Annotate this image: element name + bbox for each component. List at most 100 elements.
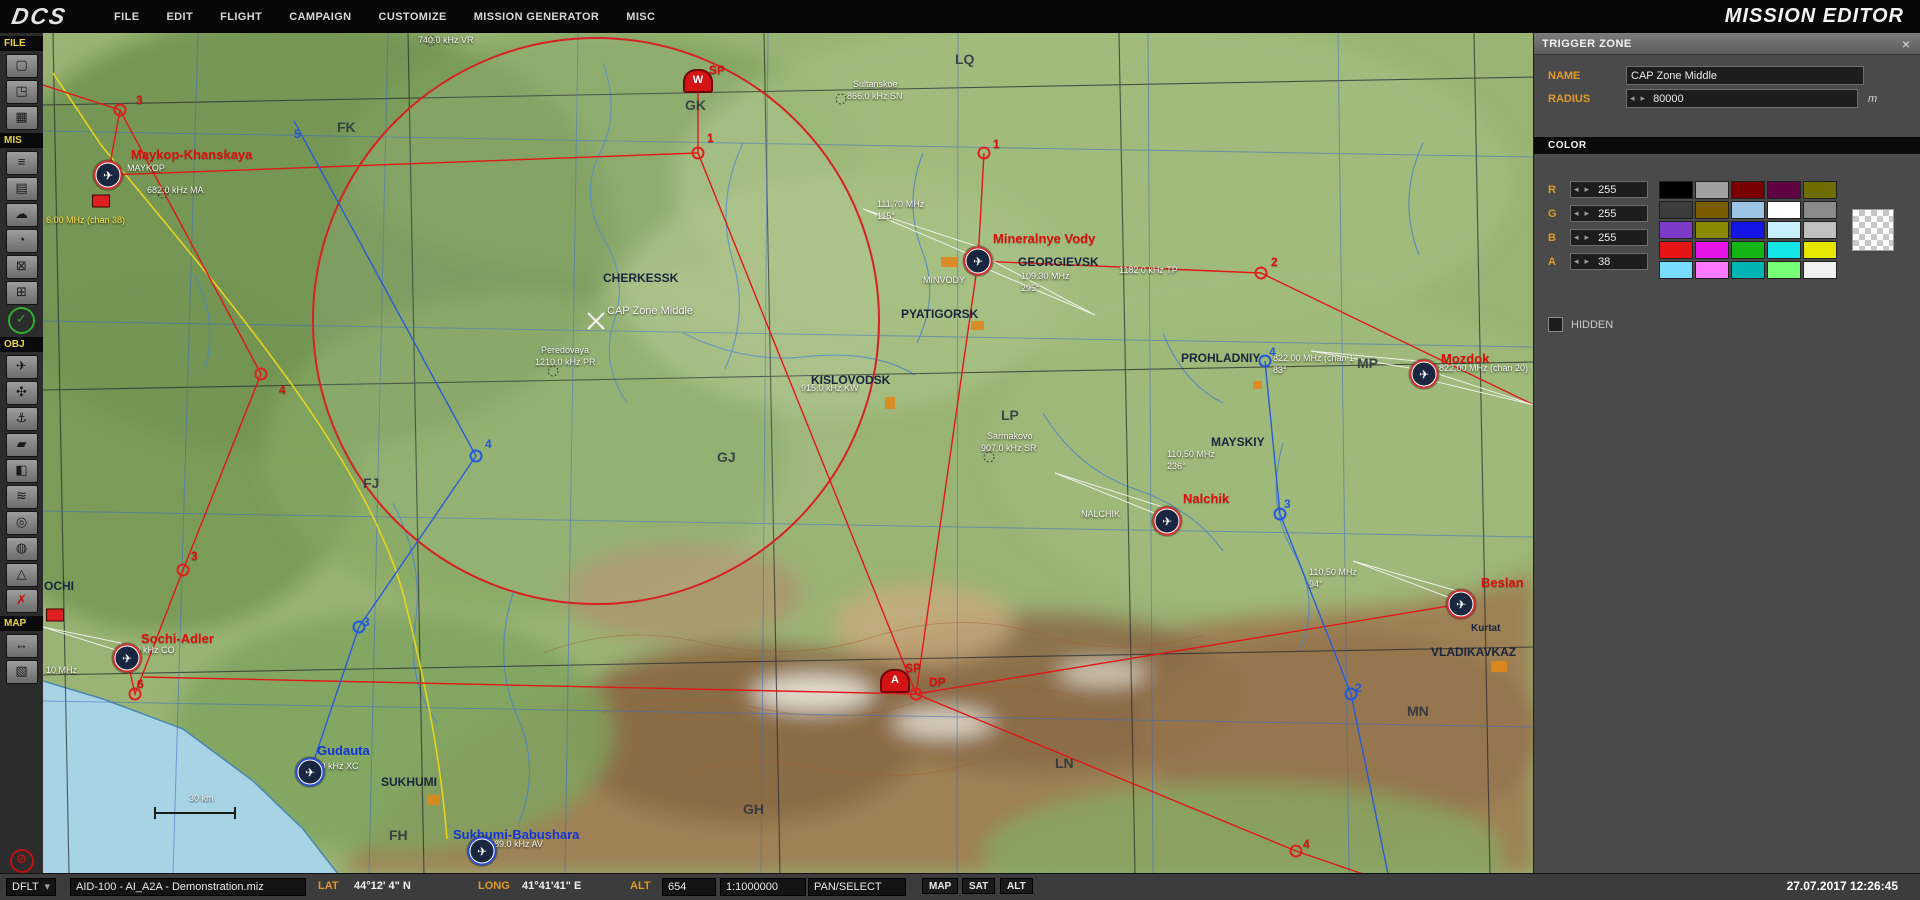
airport-icon[interactable]: ✈ bbox=[1155, 509, 1180, 534]
channel-r-stepper[interactable]: 255 bbox=[1570, 181, 1648, 198]
palette-swatch-24[interactable] bbox=[1803, 261, 1837, 279]
channel-g-stepper[interactable]: 255 bbox=[1570, 205, 1648, 222]
save-mission-button[interactable]: ▦ bbox=[6, 106, 38, 130]
waypoint-icon[interactable] bbox=[1259, 355, 1272, 368]
channel-a-decrement-icon[interactable] bbox=[1571, 256, 1582, 267]
palette-swatch-15[interactable] bbox=[1659, 241, 1693, 259]
draw-shapes-button[interactable]: △ bbox=[6, 563, 38, 587]
weather-button[interactable]: ☁ bbox=[6, 203, 38, 227]
channel-a-increment-icon[interactable] bbox=[1582, 256, 1593, 267]
aircraft-button[interactable]: ✈ bbox=[6, 355, 38, 379]
time-date-button[interactable]: ◔ bbox=[6, 229, 38, 253]
group-marker-icon[interactable]: W bbox=[683, 69, 713, 93]
palette-swatch-2[interactable] bbox=[1731, 181, 1765, 199]
helicopter-button[interactable]: ✣ bbox=[6, 381, 38, 405]
palette-swatch-8[interactable] bbox=[1767, 201, 1801, 219]
menu-misc[interactable]: MISC bbox=[626, 11, 655, 23]
ground-unit-icon[interactable] bbox=[46, 609, 64, 622]
ground-vehicle-button[interactable]: ▰ bbox=[6, 433, 38, 457]
close-icon[interactable] bbox=[1900, 37, 1912, 51]
zone-name-input[interactable] bbox=[1626, 66, 1864, 85]
map-scale[interactable]: 1:1000000 bbox=[720, 878, 806, 896]
palette-swatch-7[interactable] bbox=[1731, 201, 1765, 219]
map-canvas[interactable]: Maykop-KhanskayaMineralnye VodyNalchikMo… bbox=[43, 33, 1534, 874]
palette-swatch-11[interactable] bbox=[1695, 221, 1729, 239]
palette-swatch-13[interactable] bbox=[1767, 221, 1801, 239]
channel-r-decrement-icon[interactable] bbox=[1571, 184, 1582, 195]
airport-icon[interactable]: ✈ bbox=[1449, 592, 1474, 617]
layer-dropdown[interactable]: DFLT bbox=[6, 878, 56, 896]
validate-mission-button[interactable]: ✓ bbox=[8, 307, 35, 334]
airport-icon[interactable]: ✈ bbox=[298, 760, 323, 785]
sat-view-button[interactable]: SAT bbox=[962, 878, 995, 894]
palette-swatch-6[interactable] bbox=[1695, 201, 1729, 219]
cursor-mode[interactable]: PAN/SELECT bbox=[808, 878, 906, 896]
palette-swatch-16[interactable] bbox=[1695, 241, 1729, 259]
channel-g-increment-icon[interactable] bbox=[1582, 208, 1593, 219]
menu-campaign[interactable]: CAMPAIGN bbox=[289, 11, 351, 23]
airport-icon[interactable]: ✈ bbox=[470, 839, 495, 864]
menu-edit[interactable]: EDIT bbox=[166, 11, 193, 23]
waypoint-icon[interactable] bbox=[353, 621, 366, 634]
waypoint-icon[interactable] bbox=[1255, 267, 1268, 280]
waypoint-icon[interactable] bbox=[255, 368, 268, 381]
template-button[interactable]: ≋ bbox=[6, 485, 38, 509]
ground-unit-icon[interactable] bbox=[92, 195, 110, 208]
map-view-button[interactable]: MAP bbox=[922, 878, 958, 894]
palette-swatch-0[interactable] bbox=[1659, 181, 1693, 199]
airport-icon[interactable]: ✈ bbox=[96, 163, 121, 188]
menu-customize[interactable]: CUSTOMIZE bbox=[379, 11, 447, 23]
palette-swatch-9[interactable] bbox=[1803, 201, 1837, 219]
radius-increment-icon[interactable] bbox=[1638, 93, 1649, 104]
menu-mission-generator[interactable]: MISSION GENERATOR bbox=[474, 11, 600, 23]
palette-swatch-20[interactable] bbox=[1659, 261, 1693, 279]
channel-b-increment-icon[interactable] bbox=[1582, 232, 1593, 243]
hidden-checkbox[interactable] bbox=[1548, 317, 1563, 332]
palette-swatch-21[interactable] bbox=[1695, 261, 1729, 279]
palette-swatch-23[interactable] bbox=[1767, 261, 1801, 279]
waypoint-icon[interactable] bbox=[692, 147, 705, 160]
briefing-button[interactable]: ≡ bbox=[6, 151, 38, 175]
trigger-zone-button[interactable]: ◎ bbox=[6, 511, 38, 535]
failures-button[interactable]: ⊠ bbox=[6, 255, 38, 279]
waypoint-icon[interactable] bbox=[1345, 688, 1358, 701]
waypoint-icon[interactable] bbox=[1274, 508, 1287, 521]
delete-object-button[interactable]: ✗ bbox=[6, 589, 38, 613]
static-object-button[interactable]: ◧ bbox=[6, 459, 38, 483]
radius-decrement-icon[interactable] bbox=[1627, 93, 1638, 104]
unit-group-button[interactable]: ◍ bbox=[6, 537, 38, 561]
waypoint-icon[interactable] bbox=[129, 688, 142, 701]
waypoint-icon[interactable] bbox=[1290, 845, 1303, 858]
map-restriction-button[interactable]: ⊘ bbox=[10, 849, 34, 873]
menu-flight[interactable]: FLIGHT bbox=[220, 11, 262, 23]
channel-b-stepper[interactable]: 255 bbox=[1570, 229, 1648, 246]
palette-swatch-1[interactable] bbox=[1695, 181, 1729, 199]
palette-swatch-3[interactable] bbox=[1767, 181, 1801, 199]
palette-swatch-17[interactable] bbox=[1731, 241, 1765, 259]
waypoint-icon[interactable] bbox=[114, 104, 127, 117]
channel-g-decrement-icon[interactable] bbox=[1571, 208, 1582, 219]
palette-swatch-18[interactable] bbox=[1767, 241, 1801, 259]
waypoint-icon[interactable] bbox=[177, 564, 190, 577]
airport-icon[interactable]: ✈ bbox=[1412, 362, 1437, 387]
payload-button[interactable]: ⊞ bbox=[6, 281, 38, 305]
palette-swatch-19[interactable] bbox=[1803, 241, 1837, 259]
radius-stepper[interactable]: 80000 bbox=[1626, 89, 1858, 108]
transparent-swatch[interactable] bbox=[1852, 209, 1894, 251]
open-mission-button[interactable]: ◳ bbox=[6, 80, 38, 104]
menu-file[interactable]: FILE bbox=[114, 11, 139, 23]
waypoint-icon[interactable] bbox=[910, 688, 923, 701]
new-mission-button[interactable]: ▢ bbox=[6, 54, 38, 78]
waypoint-icon[interactable] bbox=[978, 147, 991, 160]
group-marker-icon[interactable]: A bbox=[880, 669, 910, 693]
palette-swatch-14[interactable] bbox=[1803, 221, 1837, 239]
palette-swatch-5[interactable] bbox=[1659, 201, 1693, 219]
airport-icon[interactable]: ✈ bbox=[966, 249, 991, 274]
channel-a-stepper[interactable]: 38 bbox=[1570, 253, 1648, 270]
alt-view-button[interactable]: ALT bbox=[1000, 878, 1033, 894]
waypoint-icon[interactable] bbox=[470, 450, 483, 463]
mission-options-button[interactable]: ▤ bbox=[6, 177, 38, 201]
airport-icon[interactable]: ✈ bbox=[115, 646, 140, 671]
palette-swatch-4[interactable] bbox=[1803, 181, 1837, 199]
palette-swatch-12[interactable] bbox=[1731, 221, 1765, 239]
